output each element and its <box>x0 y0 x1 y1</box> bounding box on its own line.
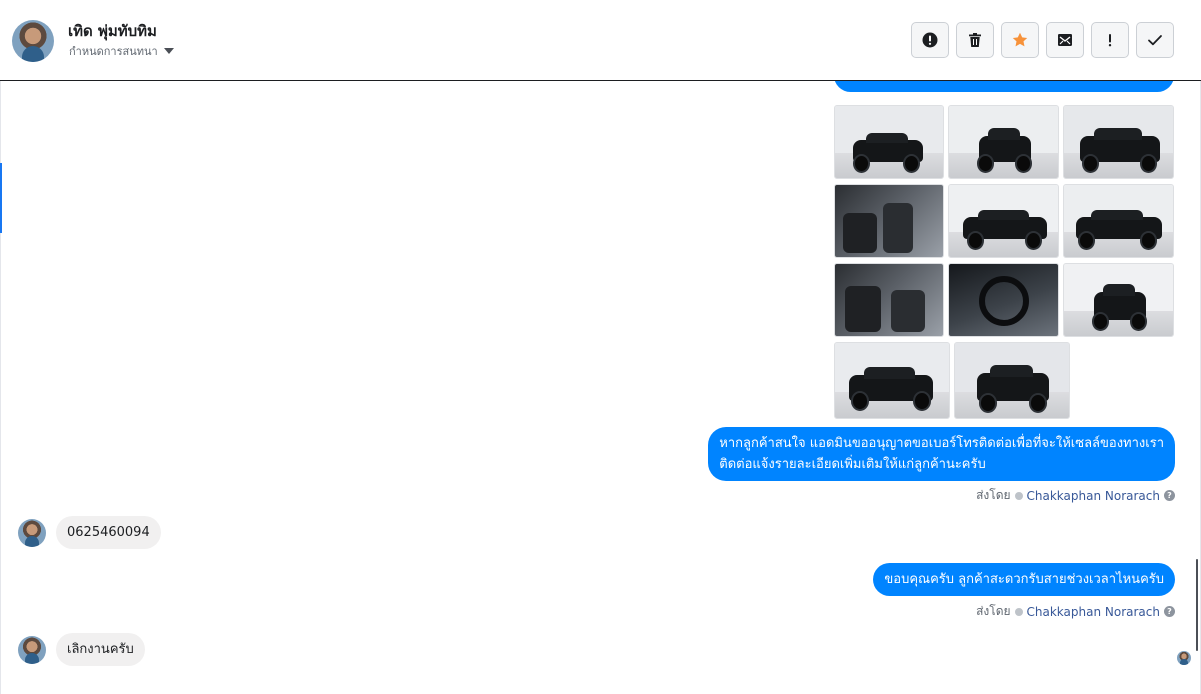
agent-name-link[interactable]: Chakkaphan Norarach <box>1027 489 1160 503</box>
car-photo[interactable] <box>834 342 950 419</box>
car-photo[interactable] <box>1063 263 1174 337</box>
message-thread[interactable]: หากลูกค้าสนใจ แอดมินขออนุญาตขอเบอร์โทรติ… <box>0 81 1201 694</box>
help-icon[interactable]: ? <box>1164 490 1175 501</box>
contact-avatar[interactable] <box>12 20 54 62</box>
read-receipt-avatar <box>1177 651 1191 665</box>
caret-down-icon <box>163 48 174 54</box>
trash-icon <box>969 33 981 47</box>
verified-icon <box>1014 607 1023 616</box>
outgoing-message-clipped[interactable] <box>834 81 1174 92</box>
car-photo[interactable] <box>954 342 1070 419</box>
car-photo[interactable] <box>948 184 1059 258</box>
mark-unread-button[interactable] <box>1046 22 1084 58</box>
interior-photo[interactable] <box>834 184 944 258</box>
message-line: ติดต่อแจ้งรายละเอียดเพิ่มเติมให้แก่ลูกค้… <box>719 457 986 472</box>
checkmark-icon <box>1148 35 1162 46</box>
sent-by-label: ส่งโดย Chakkaphan Norarach ? <box>976 602 1175 621</box>
car-photo[interactable] <box>1063 184 1174 258</box>
interior-photo[interactable] <box>834 263 944 337</box>
spam-button[interactable] <box>911 22 949 58</box>
envelope-icon <box>1058 34 1072 46</box>
car-photo[interactable] <box>948 105 1059 179</box>
incoming-message[interactable]: 0625460094 <box>56 516 161 549</box>
sender-avatar[interactable] <box>18 635 46 664</box>
flag-button[interactable] <box>1091 22 1129 58</box>
star-button[interactable] <box>1001 22 1039 58</box>
contact-name[interactable]: เทิด พุ่มทับทิม <box>68 19 157 43</box>
incoming-message-row: 0625460094 <box>18 516 161 549</box>
delete-button[interactable] <box>956 22 994 58</box>
dashboard-photo[interactable] <box>948 263 1059 337</box>
message-line: หากลูกค้าสนใจ แอดมินขออนุญาตขอเบอร์โทรติ… <box>719 436 1164 451</box>
verified-icon <box>1014 491 1023 500</box>
exclamation-icon <box>1108 34 1112 47</box>
star-icon <box>1012 32 1028 47</box>
done-button[interactable] <box>1136 22 1174 58</box>
car-photo[interactable] <box>834 105 944 179</box>
outgoing-message[interactable]: ขอบคุณครับ ลูกค้าสะดวกรับสายช่วงเวลาไหนค… <box>873 563 1175 596</box>
car-photo[interactable] <box>1063 105 1174 179</box>
alert-circle-icon <box>922 32 938 48</box>
assign-conversation-dropdown[interactable]: กำหนดการสนทนา <box>69 42 174 60</box>
assign-label: กำหนดการสนทนา <box>69 45 158 58</box>
outgoing-message[interactable]: หากลูกค้าสนใจ แอดมินขออนุญาตขอเบอร์โทรติ… <box>708 427 1175 481</box>
sent-by-label: ส่งโดย Chakkaphan Norarach ? <box>976 486 1175 505</box>
conversation-toolbar <box>911 22 1174 58</box>
agent-name-link[interactable]: Chakkaphan Norarach <box>1027 605 1160 619</box>
incoming-message-row: เลิกงานครับ <box>18 633 145 666</box>
scrollbar[interactable] <box>1196 559 1198 651</box>
incoming-message[interactable]: เลิกงานครับ <box>56 633 145 666</box>
sender-avatar[interactable] <box>18 518 46 547</box>
conversation-header: เทิด พุ่มทับทิม กำหนดการสนทนา <box>0 0 1201 81</box>
help-icon[interactable]: ? <box>1164 606 1175 617</box>
